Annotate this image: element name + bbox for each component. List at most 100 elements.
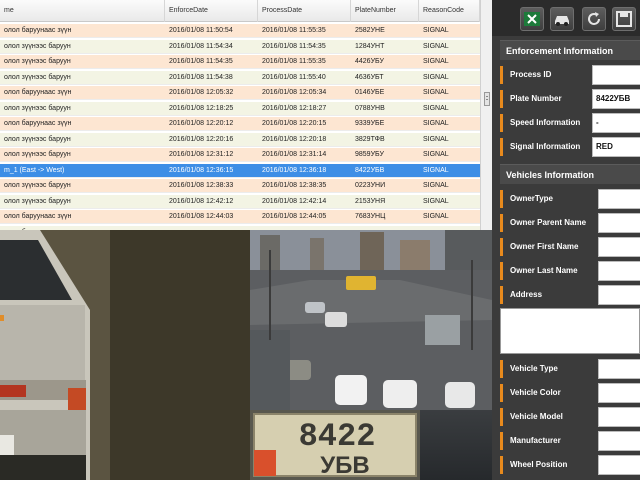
cell-plate-number: 0788УНВ	[355, 104, 385, 112]
column-header-plate-number[interactable]: PlateNumber	[351, 0, 419, 22]
column-header-process-date[interactable]: ProcessDate	[258, 0, 351, 22]
table-row[interactable]: олол зүүнээс баруун 2016/01/08 12:42:12 20…	[0, 194, 480, 209]
cell-location: олол зүүнээс баруун	[4, 42, 71, 50]
column-header-location[interactable]: me	[0, 0, 165, 22]
column-header-reason-code[interactable]: ReasonCode	[419, 0, 480, 22]
field-accent-bar	[500, 238, 503, 256]
cell-enforce-date: 2016/01/08 12:20:12	[169, 120, 234, 127]
enforcement-signal-information-field: Signal Information RED	[500, 136, 640, 158]
vehicle-button[interactable]	[550, 7, 574, 31]
speed-information-value[interactable]: -	[592, 113, 640, 133]
cell-plate-number: 0223УНИ	[355, 182, 386, 189]
field-accent-bar	[500, 262, 503, 280]
owner-first-name-label: Owner First Name	[510, 242, 579, 251]
toolbar	[492, 0, 640, 36]
owner-last-name-value[interactable]	[598, 261, 640, 281]
table-row[interactable]: олол зүүнээс баруун 2016/01/08 12:20:16 20…	[0, 132, 480, 147]
vehicle-type-value[interactable]	[598, 359, 640, 379]
intersection-image	[250, 230, 492, 410]
save-button[interactable]	[612, 7, 636, 31]
table-row[interactable]: олол зүүнээс баруун 2016/01/08 11:54:38 20…	[0, 70, 480, 85]
enforcement-plate-number-field: Plate Number 8422УБВ	[500, 88, 640, 110]
cell-reason-code: SIGNAL	[423, 42, 449, 50]
vehicle-color-value[interactable]	[598, 383, 640, 403]
owner-owner-last-name-field: Owner Last Name	[500, 260, 640, 282]
table-row[interactable]: олол зүүнээс баруун 2016/01/08 11:54:35 20…	[0, 55, 480, 69]
save-icon	[616, 11, 632, 27]
table-header: me EnforceDate ProcessDate PlateNumber R…	[0, 0, 480, 22]
plate-crop-image: 8422 УБВ	[250, 410, 420, 480]
table-row[interactable]: олол баруунаас зүүн 2016/01/08 12:05:32 20…	[0, 86, 480, 100]
car-icon	[555, 16, 569, 26]
vehicle-color-label: Vehicle Color	[510, 388, 561, 397]
cell-plate-number: 2153УНЯ	[355, 197, 386, 205]
export-excel-button[interactable]	[520, 7, 544, 31]
owner-parent-name-value[interactable]	[598, 213, 640, 233]
column-header-enforce-date[interactable]: EnforceDate	[165, 0, 258, 22]
owner-ownertype-field: OwnerType	[500, 188, 640, 210]
field-accent-bar	[500, 408, 503, 426]
table-row[interactable]: олол баруунаас зүүн 2016/01/08 11:50:54 20…	[0, 24, 480, 38]
cell-location: олол зүүнээс баруун	[4, 135, 71, 143]
cell-enforce-date: 2016/01/08 12:31:12	[169, 151, 234, 158]
cell-process-date: 2016/01/08 11:54:35	[262, 42, 326, 50]
field-accent-bar	[500, 66, 503, 84]
address-value[interactable]	[598, 285, 640, 305]
process-id-value[interactable]	[592, 65, 640, 85]
cell-reason-code: SIGNAL	[423, 89, 449, 96]
table-row[interactable]: олол зүүнээс баруун 2016/01/08 12:38:33 20…	[0, 179, 480, 193]
cell-reason-code: SIGNAL	[423, 58, 449, 65]
vehicle-type-label: Vehicle Type	[510, 364, 558, 373]
cell-location: олол зүүнээс баруун	[4, 58, 71, 65]
vehicle-vehicle-type-field: Vehicle Type	[500, 358, 640, 380]
scrollbar-thumb[interactable]	[484, 92, 490, 106]
manufacturer-value[interactable]	[598, 431, 640, 451]
camera-view-intersection	[250, 230, 492, 410]
table-row[interactable]: олол баруунаас зүүн 2016/01/08 12:20:12 20…	[0, 117, 480, 131]
process-id-label: Process ID	[510, 70, 552, 79]
table-row[interactable]: олол зүүнээс баруун 2016/01/08 12:18:25 20…	[0, 101, 480, 116]
cell-plate-number: 3829ТФВ	[355, 135, 385, 143]
field-accent-bar	[500, 432, 503, 450]
cell-enforce-date: 2016/01/08 11:54:38	[169, 73, 233, 81]
signal-information-label: Signal Information	[510, 142, 581, 151]
cell-enforce-date: 2016/01/08 12:18:25	[169, 104, 234, 112]
ownertype-value[interactable]	[598, 189, 640, 209]
owner-last-name-label: Owner Last Name	[510, 266, 578, 275]
table-row[interactable]: олол зүүнээс баруун 2016/01/08 11:54:34 20…	[0, 39, 480, 54]
cell-plate-number: 9859УБУ	[355, 151, 384, 158]
cell-enforce-date: 2016/01/08 11:54:35	[169, 58, 233, 65]
cell-reason-code: SIGNAL	[423, 120, 449, 127]
wheel-position-value[interactable]	[598, 455, 640, 475]
table-row[interactable]: олол баруунаас зүүн 2016/01/08 12:44:03 20…	[0, 210, 480, 224]
cell-process-date: 2016/01/08 12:36:18	[262, 166, 327, 174]
ownertype-label: OwnerType	[510, 194, 553, 203]
plate-number-value[interactable]: 8422УБВ	[592, 89, 640, 109]
address-detail-box[interactable]	[500, 308, 640, 354]
refresh-icon	[588, 12, 600, 25]
owner-first-name-value[interactable]	[598, 237, 640, 257]
enforcement-process-id-field: Process ID	[500, 64, 640, 86]
violations-table: me EnforceDate ProcessDate PlateNumber R…	[0, 0, 480, 230]
refresh-button[interactable]	[582, 7, 606, 31]
cell-location: олол зүүнээс баруун	[4, 104, 71, 112]
plate-image: 8422 УБВ	[250, 410, 420, 480]
vehicle-model-value[interactable]	[598, 407, 640, 427]
table-row-selected[interactable]: m_1 (East -> West) 2016/01/08 12:36:15 201…	[0, 163, 480, 178]
camera-view-vehicle-closeup	[0, 230, 250, 480]
cell-process-date: 2016/01/08 12:18:27	[262, 104, 327, 112]
traffic-enforcement-app: me EnforceDate ProcessDate PlateNumber R…	[0, 0, 640, 480]
vehicle-vehicle-color-field: Vehicle Color	[500, 382, 640, 404]
vehicle-vehicle-model-field: Vehicle Model	[500, 406, 640, 428]
cell-location: олол зүүнээс баруун	[4, 182, 71, 189]
table-scrollbar[interactable]	[480, 0, 492, 230]
signal-information-value[interactable]: RED	[592, 137, 640, 157]
cell-plate-number: 1284УНТ	[355, 42, 385, 50]
cell-location: олол баруунаас зүүн	[4, 213, 72, 220]
table-row[interactable]: олол зүүнээс баруун 2016/01/08 12:31:12 20…	[0, 148, 480, 162]
cell-process-date: 2016/01/08 11:55:40	[262, 73, 326, 81]
cell-process-date: 2016/01/08 12:31:14	[262, 151, 327, 158]
cell-enforce-date: 2016/01/08 12:36:15	[169, 166, 234, 174]
cell-reason-code: SIGNAL	[423, 197, 449, 205]
enforcement-speed-information-field: Speed Information -	[500, 112, 640, 134]
